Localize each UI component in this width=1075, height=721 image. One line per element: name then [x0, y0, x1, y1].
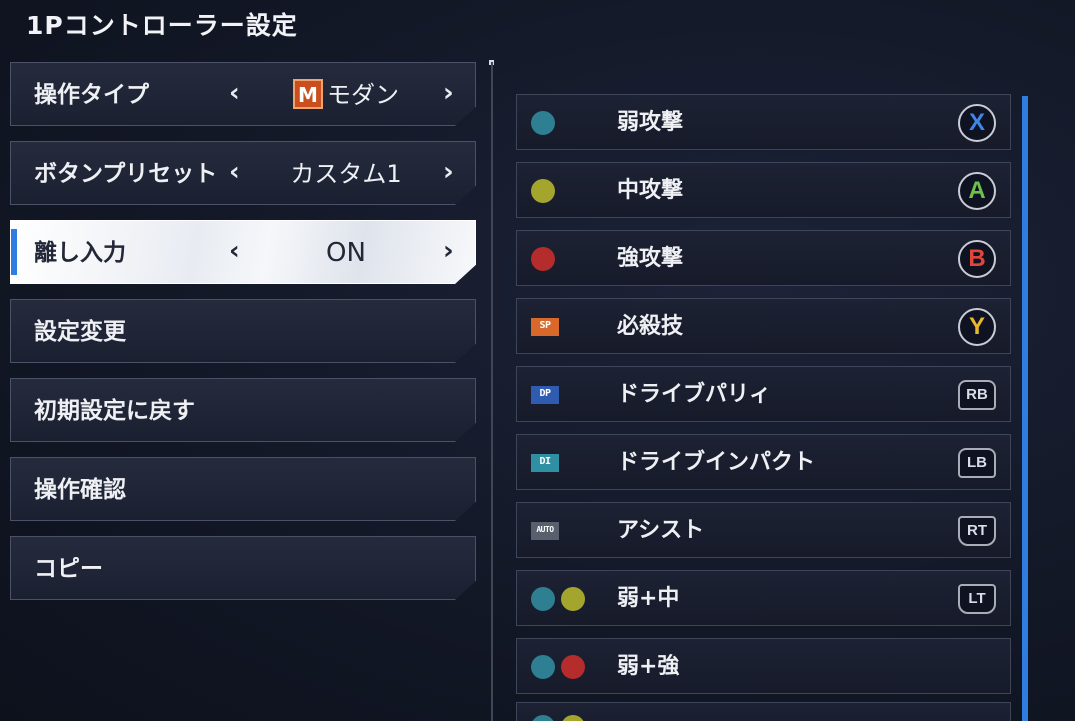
control-type-value-text: モダン: [327, 81, 399, 109]
medium-attack-icon: [561, 587, 585, 611]
x-button-icon: X: [958, 104, 996, 142]
binding-list-scrollbar[interactable]: [1022, 96, 1028, 721]
y-button-icon: Y: [958, 308, 996, 346]
binding-name: 弱+中: [617, 586, 680, 611]
binding-icons: [531, 571, 585, 627]
change-settings-label: 設定変更: [34, 319, 126, 345]
button-preset-row[interactable]: ボタンプリセット ‹ カスタム1 ›: [10, 141, 476, 205]
dp-tag-icon: DP: [531, 386, 559, 404]
button-preset-value: カスタム1: [290, 160, 402, 188]
medium-attack-icon: [531, 179, 555, 203]
button-preset-next-arrow-icon[interactable]: ›: [443, 142, 454, 202]
page-title: 1Pコントローラー設定: [26, 11, 298, 40]
binding-icons: DI: [531, 435, 559, 491]
binding-row-medium-attack[interactable]: 中攻撃 A: [516, 162, 1011, 218]
light-attack-icon: [531, 587, 555, 611]
di-tag-icon: DI: [531, 454, 559, 472]
a-button-icon: A: [958, 172, 996, 210]
release-input-prev-arrow-icon[interactable]: ‹: [229, 221, 240, 281]
control-type-next-arrow-icon[interactable]: ›: [443, 63, 454, 123]
binding-icons: [531, 163, 555, 219]
confirm-controls-button[interactable]: 操作確認: [10, 457, 476, 521]
light-attack-icon: [531, 111, 555, 135]
lb-button-icon: LB: [958, 448, 996, 478]
release-input-value: ON: [326, 238, 366, 268]
button-preset-prev-arrow-icon[interactable]: ‹: [229, 142, 240, 202]
binding-icons: [531, 231, 555, 287]
confirm-controls-label: 操作確認: [34, 477, 126, 503]
binding-row-light-attack[interactable]: 弱攻撃 X: [516, 94, 1011, 150]
copy-button[interactable]: コピー: [10, 536, 476, 600]
rt-button-icon: RT: [958, 516, 996, 546]
binding-name: 必殺技: [617, 314, 684, 339]
button-preset-label: ボタンプリセット: [34, 161, 218, 187]
copy-label: コピー: [34, 556, 103, 582]
sp-tag-icon: SP: [531, 318, 559, 336]
binding-name: ドライブパリィ: [617, 382, 772, 407]
change-settings-button[interactable]: 設定変更: [10, 299, 476, 363]
light-attack-icon: [531, 655, 555, 679]
lt-button-icon: LT: [958, 584, 996, 614]
binding-row-drive-impact[interactable]: DI ドライブインパクト LB: [516, 434, 1011, 490]
rb-button-icon: RB: [958, 380, 996, 410]
binding-icons: DP: [531, 367, 559, 423]
binding-icons: [531, 95, 555, 151]
control-type-prev-arrow-icon[interactable]: ‹: [229, 63, 240, 123]
button-binding-list: 弱攻撃 X 中攻撃 A 強攻撃 B SP 必殺技 Y DP ドライブパリィ RB…: [516, 94, 1011, 706]
binding-icons: AUTO: [531, 503, 559, 559]
reset-defaults-button[interactable]: 初期設定に戻す: [10, 378, 476, 442]
settings-menu: 操作タイプ ‹ M モダン › ボタンプリセット ‹ カスタム1 › 離し入力 ‹…: [10, 62, 476, 615]
binding-row-heavy-attack[interactable]: 強攻撃 B: [516, 230, 1011, 286]
control-type-value: M モダン: [261, 63, 431, 126]
binding-name: 弱+強: [617, 654, 680, 679]
binding-icons: SP: [531, 299, 559, 355]
release-input-label: 離し入力: [34, 240, 126, 266]
binding-row-light-medium[interactable]: 弱+中 LT: [516, 570, 1011, 626]
light-attack-icon: [531, 715, 555, 721]
reset-defaults-label: 初期設定に戻す: [34, 398, 195, 424]
medium-attack-icon: [561, 715, 585, 721]
panel-divider: [491, 62, 493, 721]
heavy-attack-icon: [531, 247, 555, 271]
binding-name: 弱攻撃: [617, 110, 684, 135]
binding-name: アシスト: [617, 518, 705, 543]
binding-icons: [531, 639, 585, 695]
binding-name: 中攻撃: [617, 178, 684, 203]
control-type-row[interactable]: 操作タイプ ‹ M モダン ›: [10, 62, 476, 126]
binding-row-drive-parry[interactable]: DP ドライブパリィ RB: [516, 366, 1011, 422]
binding-row-light-heavy[interactable]: 弱+強: [516, 638, 1011, 694]
release-input-row[interactable]: 離し入力 ‹ ON ›: [10, 220, 476, 284]
release-input-next-arrow-icon[interactable]: ›: [443, 221, 454, 281]
modern-m-icon: M: [293, 79, 323, 109]
heavy-attack-icon: [561, 655, 585, 679]
b-button-icon: B: [958, 240, 996, 278]
binding-row-special[interactable]: SP 必殺技 Y: [516, 298, 1011, 354]
binding-row-assist[interactable]: AUTO アシスト RT: [516, 502, 1011, 558]
control-type-label: 操作タイプ: [34, 82, 149, 108]
auto-tag-icon: AUTO: [531, 522, 559, 540]
binding-name: 強攻撃: [617, 246, 684, 271]
binding-name: ドライブインパクト: [617, 450, 816, 475]
binding-row-partial[interactable]: [516, 702, 1011, 721]
